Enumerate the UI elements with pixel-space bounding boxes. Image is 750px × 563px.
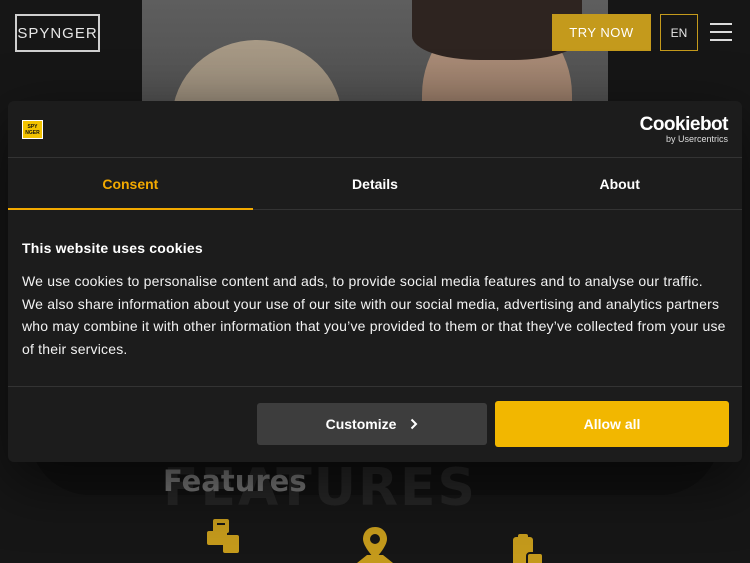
site-logo[interactable]: SPYNGER bbox=[15, 14, 100, 52]
dialog-header: SPY NGER Cookiebot by Usercentrics bbox=[8, 101, 742, 158]
dialog-body: This website uses cookies We use cookies… bbox=[8, 210, 742, 387]
map-pin-icon bbox=[357, 527, 393, 563]
tab-details[interactable]: Details bbox=[253, 158, 498, 209]
try-now-button[interactable]: TRY NOW bbox=[552, 14, 651, 51]
clipboard-phone-icon bbox=[513, 534, 544, 563]
chevron-right-icon bbox=[411, 418, 418, 430]
tab-consent[interactable]: Consent bbox=[8, 158, 253, 210]
dialog-tabs: Consent Details About bbox=[8, 158, 742, 210]
site-brand-logo-icon: SPY NGER bbox=[22, 120, 43, 139]
puzzle-phone-icon bbox=[207, 519, 239, 553]
dialog-description: We use cookies to personalise content an… bbox=[22, 273, 726, 357]
customize-button[interactable]: Customize bbox=[257, 403, 487, 445]
cookiebot-name: Cookiebot bbox=[639, 114, 729, 135]
cookiebot-logo[interactable]: Cookiebot by Usercentrics bbox=[639, 114, 729, 144]
customize-label: Customize bbox=[325, 416, 397, 432]
features-heading: Features bbox=[163, 464, 307, 498]
dialog-heading: This website uses cookies bbox=[22, 240, 203, 256]
dialog-footer: Customize Allow all bbox=[8, 387, 742, 461]
language-selector[interactable]: EN bbox=[660, 14, 698, 51]
hamburger-menu-icon[interactable] bbox=[710, 23, 732, 41]
tab-about[interactable]: About bbox=[497, 158, 742, 209]
cookie-consent-dialog: SPY NGER Cookiebot by Usercentrics Conse… bbox=[8, 101, 742, 462]
allow-all-button[interactable]: Allow all bbox=[495, 401, 729, 447]
